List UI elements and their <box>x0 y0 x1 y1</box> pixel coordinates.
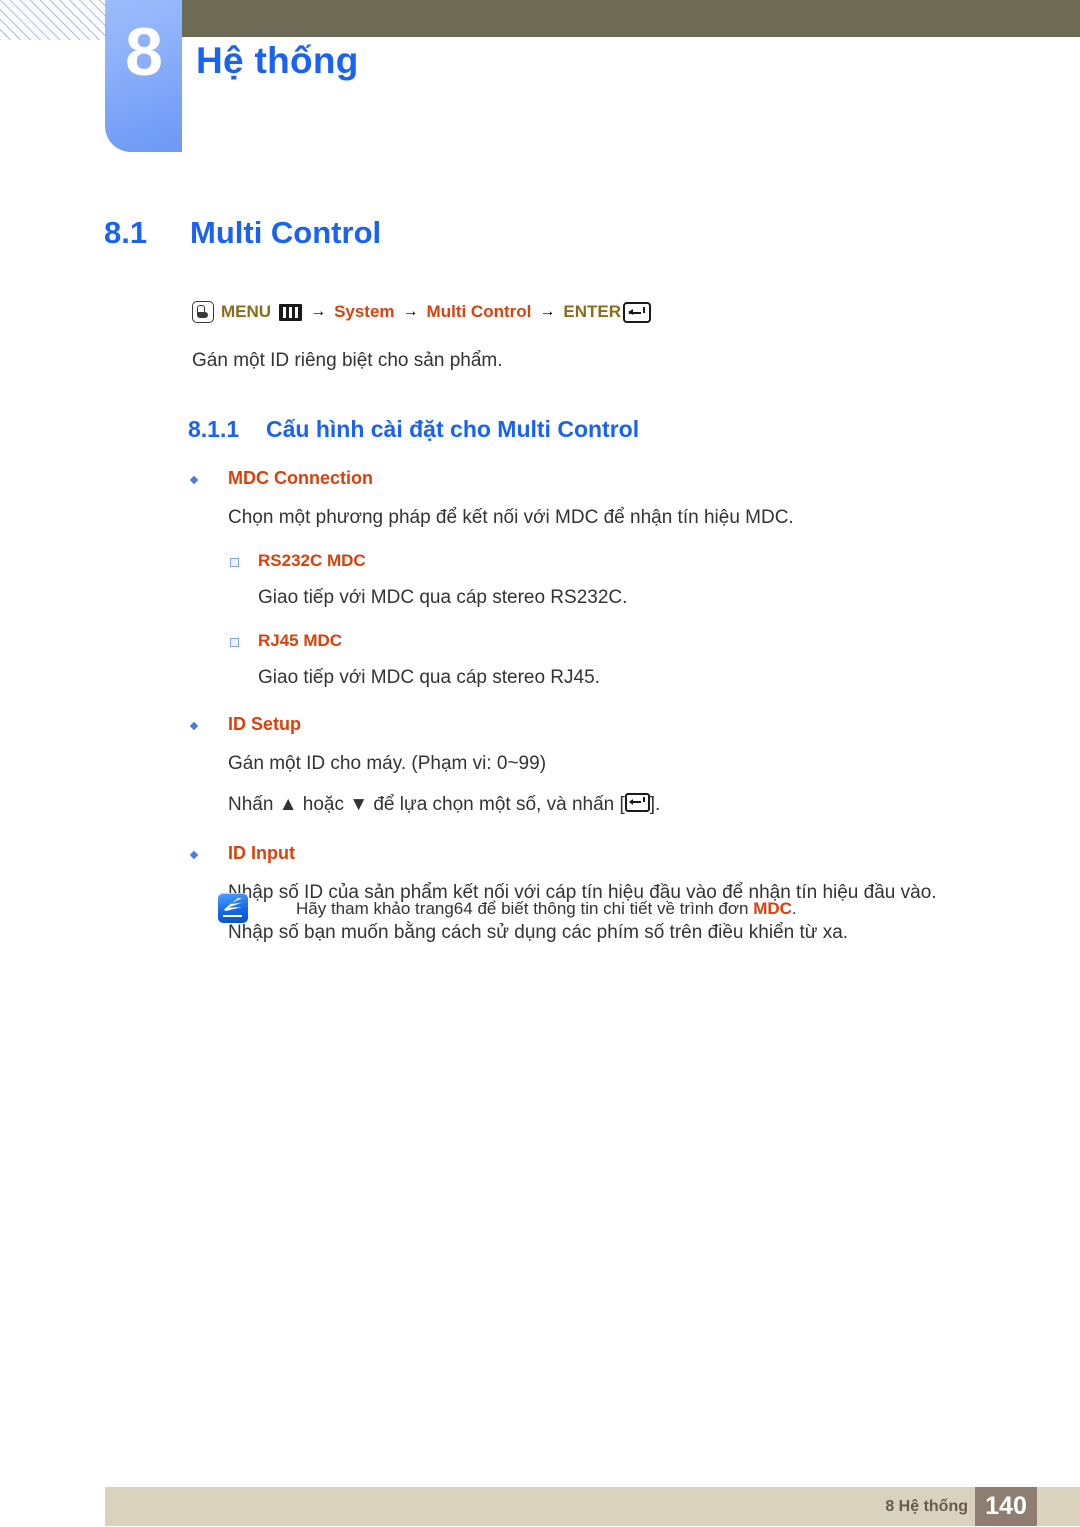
note-text: Hãy tham khảo trang64 để biết thông tin … <box>296 893 797 920</box>
subitem-heading: RJ45 MDC <box>258 631 343 651</box>
subsection-number: 8.1.1 <box>188 416 240 442</box>
menu-bars-icon <box>279 303 303 321</box>
press-keys-text-before: Nhấn ▲ hoặc ▼ để lựa chọn một số, và nhấ… <box>228 793 625 815</box>
item-heading: ID Setup <box>228 714 302 735</box>
path-arrow-1: → <box>310 303 327 320</box>
list-item-id-setup: ID Setup Gán một ID cho máy. (Phạm vi: 0… <box>188 714 1008 817</box>
path-arrow-3: → <box>539 303 556 320</box>
subsection-title: 8.1.1 Cấu hình cài đặt cho Multi Control <box>188 416 639 443</box>
subitem-paragraph: Giao tiếp với MDC qua cáp stereo RJ45. <box>258 666 600 688</box>
list-item-mdc-connection: MDC Connection Chọn một phương pháp để k… <box>188 468 1008 690</box>
section-title-text: Multi Control <box>190 215 382 250</box>
hatch-decoration <box>0 0 106 40</box>
intro-text: Gán một ID riêng biệt cho sản phẩm. <box>192 350 503 371</box>
menu-label: MENU <box>221 302 272 321</box>
bullet-diamond-icon <box>189 722 199 731</box>
item-paragraph-keys: Nhấn ▲ hoặc ▼ để lựa chọn một số, và nhấ… <box>228 792 1008 818</box>
note-row: Hãy tham khảo trang64 để biết thông tin … <box>218 893 797 923</box>
section-number: 8.1 <box>104 215 148 250</box>
item-heading: MDC Connection <box>228 468 373 488</box>
press-keys-text-after: ]. <box>649 793 661 815</box>
item-paragraph: Gán một ID cho máy. (Phạm vi: 0~99) <box>228 752 547 774</box>
subitem-paragraph: Giao tiếp với MDC qua cáp stereo RS232C. <box>258 586 628 608</box>
item-paragraph: Chọn một phương pháp để kết nối với MDC … <box>228 506 794 528</box>
note-pen-icon <box>218 893 248 923</box>
menu-path-breadcrumb: MENU → System → Multi Control → ENTER <box>192 301 651 323</box>
enter-key-icon <box>624 792 650 812</box>
enter-key-icon <box>622 301 651 323</box>
item-paragraph-2: Nhập số bạn muốn bằng cách sử dụng các p… <box>228 922 849 944</box>
footer-page-number: 140 <box>975 1487 1037 1526</box>
list-item-rj45-mdc: RJ45 MDC Giao tiếp với MDC qua cáp stere… <box>228 631 1008 690</box>
path-arrow-2: → <box>402 303 419 320</box>
chapter-number: 8 <box>125 14 163 90</box>
item-heading: ID Input <box>228 843 295 864</box>
footer-chapter-label: 8 Hệ thống <box>885 1498 968 1515</box>
settings-list: MDC Connection Chọn một phương pháp để k… <box>188 468 1008 964</box>
bullet-diamond-icon <box>189 475 199 485</box>
subitem-heading: RS232C MDC <box>258 551 366 571</box>
hand-press-icon <box>192 301 214 323</box>
chapter-tab: 8 <box>105 0 182 152</box>
bullet-square-icon <box>230 638 239 648</box>
page-header: 8 Hệ thống <box>0 0 1080 160</box>
enter-label: ENTER <box>563 302 621 321</box>
chapter-title: Hệ thống <box>196 40 359 81</box>
bullet-diamond-icon <box>189 850 199 860</box>
list-item-rs232c-mdc: RS232C MDC Giao tiếp với MDC qua cáp ste… <box>228 551 1008 610</box>
page-footer: 8 Hệ thống 140 <box>105 1487 1080 1526</box>
top-olive-bar <box>182 0 1080 37</box>
path-item-multi-control: Multi Control <box>426 302 532 321</box>
bullet-square-icon <box>230 558 239 568</box>
note-text-before: Hãy tham khảo trang64 để biết thông tin … <box>296 899 754 918</box>
subsection-title-text: Cấu hình cài đặt cho Multi Control <box>266 416 640 442</box>
section-title: 8.1 Multi Control <box>104 215 381 251</box>
note-accent: MDC <box>753 899 792 918</box>
path-item-system: System <box>334 302 395 321</box>
note-text-after: . <box>791 899 797 918</box>
